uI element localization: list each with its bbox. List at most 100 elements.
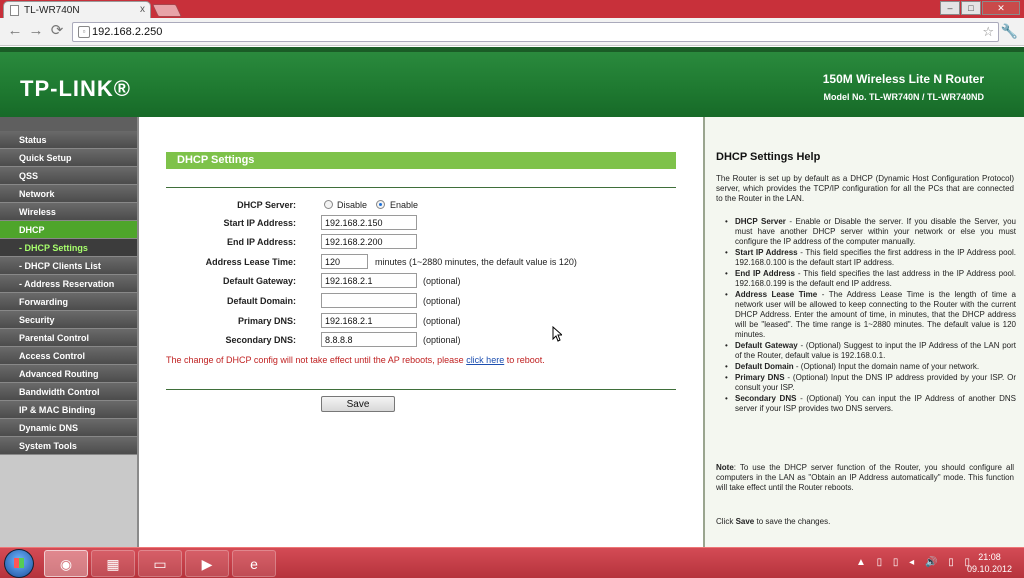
help-item-term: Secondary DNS [735, 394, 797, 403]
end-ip-input[interactable] [321, 234, 417, 249]
gateway-optional: (optional) [423, 276, 461, 286]
help-item: Address Lease Time - The Address Lease T… [725, 290, 1016, 340]
browser-tab[interactable]: TL-WR740N x [3, 1, 151, 19]
help-click-before: Click [716, 517, 736, 526]
help-list: DHCP Server - Enable or Disable the serv… [725, 217, 1016, 415]
forward-button[interactable]: → [27, 23, 45, 39]
reload-button[interactable]: ⟳ [48, 23, 66, 39]
ie-taskbar-icon[interactable]: e [232, 550, 276, 577]
help-item-term: Start IP Address [735, 248, 798, 257]
start-ip-row: Start IP Address: [141, 215, 701, 233]
help-item: End IP Address - This field specifies th… [725, 269, 1016, 289]
sidebar-item-dynamic-dns[interactable]: Dynamic DNS [0, 419, 137, 437]
help-pane: DHCP Settings Help The Router is set up … [703, 117, 1024, 547]
clock-date: 09.10.2012 [966, 564, 1012, 574]
enable-radio[interactable] [376, 200, 385, 209]
help-item: Secondary DNS - (Optional) You can input… [725, 394, 1016, 414]
sidebar-item-security[interactable]: Security [0, 311, 137, 329]
sidebar-item-qss[interactable]: QSS [0, 167, 137, 185]
help-item-text: - (Optional) Input the domain name of yo… [793, 362, 980, 371]
sidebar-item-parental-control[interactable]: Parental Control [0, 329, 137, 347]
sidebar-item-forwarding[interactable]: Forwarding [0, 293, 137, 311]
help-item-term: DHCP Server [735, 217, 786, 226]
bookmark-star-icon[interactable]: ☆ [982, 24, 994, 40]
sidebar-item-system-tools[interactable]: System Tools [0, 437, 137, 455]
sidebar-item-status[interactable]: Status [0, 131, 137, 149]
system-tray-icons[interactable]: ▲ ▯ ▯ ◂ 🔊 ▯ ▯ [856, 557, 974, 568]
media-player-taskbar-icon[interactable]: ▶ [185, 550, 229, 577]
save-button[interactable]: Save [321, 396, 395, 412]
sidebar-item-dhcp-clients-list[interactable]: - DHCP Clients List [0, 257, 137, 275]
primary-dns-label: Primary DNS: [237, 316, 296, 326]
disable-radio[interactable] [324, 200, 333, 209]
menu-top-spacer [0, 117, 137, 131]
lease-time-row: Address Lease Time: minutes (1~2880 minu… [141, 254, 701, 272]
sidebar-item-dhcp[interactable]: DHCP [0, 221, 137, 239]
lease-time-input[interactable] [321, 254, 368, 269]
clock-time: 21:08 [978, 552, 1001, 562]
sidebar-item-quick-setup[interactable]: Quick Setup [0, 149, 137, 167]
sidebar-item-address-reservation[interactable]: - Address Reservation [0, 275, 137, 293]
help-title: DHCP Settings Help [716, 151, 821, 163]
mouse-cursor-icon [552, 326, 562, 342]
help-item-term: Default Domain [735, 362, 794, 371]
end-ip-row: End IP Address: [141, 234, 701, 252]
window-controls: – □ ✕ [939, 1, 1020, 15]
sidebar-item-bandwidth-control[interactable]: Bandwidth Control [0, 383, 137, 401]
dhcp-server-row: DHCP Server: Disable Enable [141, 197, 701, 215]
help-intro: The Router is set up by default as a DHC… [716, 174, 1014, 203]
lease-time-label: Address Lease Time: [205, 257, 296, 267]
warning-text: The change of DHCP config will not take … [166, 355, 467, 365]
tab-title: TL-WR740N [24, 5, 80, 16]
chrome-taskbar-icon[interactable]: ◉ [44, 550, 88, 577]
tab-close-icon[interactable]: x [140, 4, 145, 15]
address-bar[interactable]: ▫ ☆ [72, 22, 999, 42]
calculator-taskbar-icon[interactable]: ▦ [91, 550, 135, 577]
secondary-dns-input[interactable] [321, 332, 417, 347]
gateway-input[interactable] [321, 273, 417, 288]
start-ip-input[interactable] [321, 215, 417, 230]
start-button[interactable] [4, 549, 34, 578]
sidebar-item-ip-mac-binding[interactable]: IP & MAC Binding [0, 401, 137, 419]
secondary-dns-label: Secondary DNS: [225, 335, 296, 345]
sidebar-item-access-control[interactable]: Access Control [0, 347, 137, 365]
bottom-divider [166, 389, 676, 390]
wrench-menu-icon[interactable]: 🔧 [1001, 23, 1018, 40]
domain-optional: (optional) [423, 296, 461, 306]
windows-taskbar: ◉ ▦ ▭ ▶ e ▲ ▯ ▯ ◂ 🔊 ▯ ▯ 21:08 09.10.2012 [0, 547, 1024, 578]
router-header: TP-LINK® 150M Wireless Lite N Router Mod… [0, 47, 1024, 117]
sidebar-item-dhcp-settings[interactable]: - DHCP Settings [0, 239, 137, 257]
address-input[interactable] [92, 24, 952, 40]
taskbar-clock[interactable]: 21:08 09.10.2012 [967, 551, 1012, 575]
minimize-button[interactable]: – [940, 1, 960, 15]
lease-time-note: minutes (1~2880 minutes, the default val… [375, 257, 577, 267]
reboot-link[interactable]: click here [466, 355, 504, 365]
browser-titlebar: TL-WR740N x – □ ✕ [0, 0, 1024, 19]
primary-dns-input[interactable] [321, 313, 417, 328]
browser-toolbar: ← → ⟳ ▫ ☆ 🔧 [0, 18, 1024, 46]
sidebar-item-network[interactable]: Network [0, 185, 137, 203]
help-click-after: to save the changes. [754, 517, 831, 526]
explorer-taskbar-icon[interactable]: ▭ [138, 550, 182, 577]
secondary-dns-row: Secondary DNS: (optional) [141, 332, 701, 350]
secondary-dns-optional: (optional) [423, 335, 461, 345]
warning-text-end: to reboot. [504, 355, 545, 365]
back-button[interactable]: ← [6, 23, 24, 39]
sidebar-item-advanced-routing[interactable]: Advanced Routing [0, 365, 137, 383]
new-tab-button[interactable] [151, 4, 183, 17]
maximize-button[interactable]: □ [961, 1, 981, 15]
sidebar-item-wireless[interactable]: Wireless [0, 203, 137, 221]
model-number: Model No. TL-WR740N / TL-WR740ND [823, 92, 984, 102]
primary-dns-row: Primary DNS: (optional) [141, 313, 701, 331]
gateway-label: Default Gateway: [222, 276, 296, 286]
help-item: Primary DNS - (Optional) Input the DNS I… [725, 373, 1016, 393]
start-ip-label: Start IP Address: [223, 218, 296, 228]
close-window-button[interactable]: ✕ [982, 1, 1020, 15]
help-item: Default Gateway - (Optional) Suggest to … [725, 341, 1016, 361]
main-content: DHCP Settings DHCP Server: Disable Enabl… [141, 117, 703, 547]
tp-link-logo: TP-LINK® [20, 76, 131, 101]
end-ip-label: End IP Address: [226, 237, 296, 247]
domain-input[interactable] [321, 293, 417, 308]
help-item: Start IP Address - This field specifies … [725, 248, 1016, 268]
dhcp-server-label: DHCP Server: [237, 200, 296, 210]
